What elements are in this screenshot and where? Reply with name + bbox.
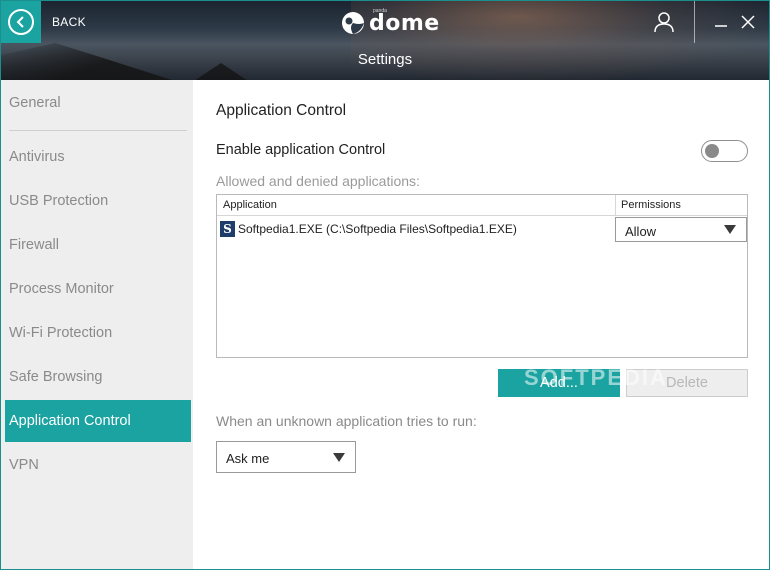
caret-down-icon: [333, 453, 345, 462]
header-divider: [694, 1, 695, 43]
softpedia-app-icon: S: [220, 221, 235, 237]
sidebar-item-vpn[interactable]: VPN: [5, 444, 191, 486]
sidebar-item-label: Application Control: [9, 413, 131, 429]
add-button[interactable]: Add...: [498, 369, 620, 397]
logo: dome: [341, 9, 440, 37]
sidebar-item-label: USB Protection: [9, 193, 109, 209]
table-header: Application Permissions: [217, 195, 747, 216]
sidebar-item-label: Antivirus: [9, 149, 65, 165]
close-button[interactable]: [740, 13, 756, 31]
page-title: Settings: [357, 51, 413, 68]
application-path: Softpedia1.EXE (C:\Softpedia Files\Softp…: [238, 222, 517, 236]
sidebar-item-antivirus[interactable]: Antivirus: [5, 136, 191, 178]
unknown-application-value: Ask me: [226, 451, 270, 466]
caret-down-icon: [724, 225, 736, 234]
sidebar-item-safe-browsing[interactable]: Safe Browsing: [5, 356, 191, 398]
sidebar-item-wifi-protection[interactable]: Wi-Fi Protection: [5, 312, 191, 354]
permission-value: Allow: [625, 224, 657, 239]
minimize-button[interactable]: [713, 13, 729, 31]
column-separator: [615, 195, 616, 216]
logo-text: dome: [369, 10, 440, 36]
back-label[interactable]: BACK: [52, 15, 86, 29]
sidebar-item-application-control[interactable]: Application Control: [5, 400, 191, 442]
sidebar-item-usb-protection[interactable]: USB Protection: [5, 180, 191, 222]
column-header-permissions[interactable]: Permissions: [621, 199, 681, 211]
main-panel: Application Control Enable application C…: [193, 80, 769, 569]
delete-button[interactable]: Delete: [626, 369, 748, 397]
sidebar-item-label: Safe Browsing: [9, 369, 103, 385]
toggle-knob: [705, 144, 719, 158]
chevron-left-icon: [8, 9, 34, 35]
unknown-application-dropdown[interactable]: Ask me: [216, 441, 356, 473]
user-button[interactable]: [653, 11, 675, 33]
app-window: BACK dome panda Settings General Antivir…: [0, 0, 770, 570]
sidebar-item-label: Wi-Fi Protection: [9, 325, 113, 341]
permission-dropdown[interactable]: Allow: [615, 217, 747, 242]
allowed-denied-label: Allowed and denied applications:: [216, 173, 420, 189]
sidebar-item-label: Process Monitor: [9, 281, 114, 297]
table-row[interactable]: S Softpedia1.EXE (C:\Softpedia Files\Sof…: [217, 217, 747, 243]
sidebar-item-label: VPN: [9, 457, 39, 473]
close-icon: [741, 15, 755, 29]
sidebar-divider: [9, 130, 187, 131]
sidebar-item-label: Firewall: [9, 237, 59, 253]
applications-table: Application Permissions S Softpedia1.EXE…: [216, 194, 748, 358]
section-title: Application Control: [216, 102, 347, 119]
back-button[interactable]: [1, 1, 41, 43]
enable-application-control-label: Enable application Control: [216, 142, 386, 158]
column-header-application[interactable]: Application: [223, 199, 277, 211]
sidebar-item-process-monitor[interactable]: Process Monitor: [5, 268, 191, 310]
sidebar: General Antivirus USB Protection Firewal…: [1, 80, 193, 569]
sidebar-item-general[interactable]: General: [5, 82, 191, 124]
enable-application-control-toggle[interactable]: [701, 140, 748, 162]
logo-brand-small: panda: [373, 8, 387, 14]
user-icon: [654, 12, 674, 33]
unknown-application-label: When an unknown application tries to run…: [216, 413, 477, 429]
panda-logo-icon: [342, 12, 364, 34]
minimize-icon: [715, 25, 727, 27]
header: BACK dome panda Settings: [1, 1, 769, 80]
sidebar-item-firewall[interactable]: Firewall: [5, 224, 191, 266]
sidebar-item-label: General: [9, 95, 61, 111]
